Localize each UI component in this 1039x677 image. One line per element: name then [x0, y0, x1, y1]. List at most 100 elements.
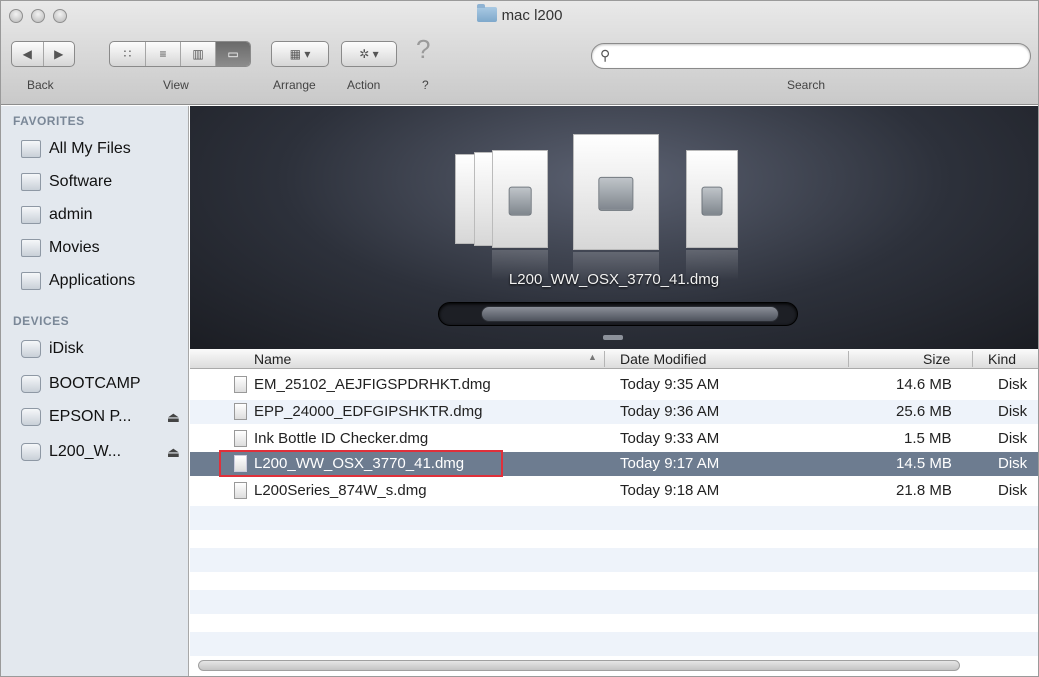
coverflow-view-button[interactable]: ▭	[216, 42, 250, 66]
dmg-file-icon	[234, 482, 247, 499]
question-mark-icon: ?	[416, 34, 431, 64]
file-name: EM_25102_AEJFIGSPDRHKT.dmg	[254, 376, 491, 393]
dmg-file-icon	[234, 376, 247, 393]
column-header-size[interactable]: Size	[923, 351, 950, 367]
disk-image-icon	[21, 443, 41, 461]
list-view-button[interactable]: ≡	[146, 42, 181, 66]
arrange-icon: ▦ ▾	[289, 47, 311, 61]
devices-heading: DEVICES	[13, 314, 70, 328]
forward-arrow-icon: ▶	[54, 47, 64, 61]
drive-icon	[21, 375, 41, 393]
sidebar-item-label: admin	[49, 206, 93, 223]
file-size: 25.6 MB	[896, 403, 952, 420]
sidebar-item-l200[interactable]: L200_W... ⏏	[21, 439, 186, 465]
coverflow-scrollbar[interactable]	[438, 302, 798, 326]
eject-icon[interactable]: ⏏	[167, 444, 180, 461]
file-preview-icon	[492, 150, 548, 248]
file-preview-icon	[686, 150, 738, 248]
disk-image-icon	[701, 186, 723, 216]
selected-file-preview-icon	[573, 134, 659, 250]
column-header-kind[interactable]: Kind	[988, 351, 1016, 367]
sidebar-item-label: Movies	[49, 239, 100, 256]
table-row-selected[interactable]: L200_WW_OSX_3770_41.dmg Today 9:17 AM 14…	[190, 450, 1038, 477]
disk-image-icon	[598, 177, 634, 212]
search-label: Search	[787, 78, 826, 92]
help-label: ?	[422, 78, 429, 92]
coverflow-scroll-thumb[interactable]	[481, 306, 779, 322]
list-view-icon: ≡	[159, 47, 167, 61]
dmg-file-icon	[234, 403, 247, 420]
column-header-date[interactable]: Date Modified	[620, 351, 706, 367]
sort-indicator-icon: ▲	[588, 352, 597, 362]
table-row[interactable]: L200Series_874W_s.dmg Today 9:18 AM 21.8…	[190, 479, 1038, 503]
back-arrow-icon: ◀	[22, 47, 32, 61]
file-kind: Disk	[998, 455, 1028, 472]
column-divider[interactable]	[972, 351, 973, 367]
sidebar-item-bootcamp[interactable]: BOOTCAMP	[21, 371, 186, 397]
help-button[interactable]: ?	[416, 34, 430, 65]
highlight-box	[219, 450, 503, 477]
folder-icon	[476, 4, 497, 22]
sidebar: FAVORITES All My Files Software admin Mo…	[1, 106, 189, 676]
column-divider[interactable]	[604, 351, 605, 367]
horizontal-scrollbar[interactable]	[198, 660, 960, 671]
file-kind: Disk	[998, 403, 1028, 420]
action-label: Action	[347, 78, 381, 92]
sidebar-item-idisk[interactable]: iDisk	[21, 336, 186, 362]
toolbar: mac l200 ◀ ▶ Back ∷ ≡ ▥ ▭ View ▦ ▾ Arran…	[1, 1, 1038, 105]
forward-button[interactable]: ▶	[44, 42, 75, 66]
file-kind: Disk	[998, 430, 1028, 447]
coverflow-panel[interactable]: L200_WW_OSX_3770_41.dmg	[190, 106, 1038, 349]
column-view-button[interactable]: ▥	[181, 42, 216, 66]
file-size: 14.5 MB	[896, 455, 952, 472]
icon-view-button[interactable]: ∷	[110, 42, 146, 66]
disk-image-icon	[21, 408, 41, 426]
folder-icon	[21, 173, 41, 191]
applications-icon	[21, 272, 41, 290]
sidebar-item-all-my-files[interactable]: All My Files	[21, 136, 186, 162]
file-date: Today 9:33 AM	[620, 430, 720, 447]
sidebar-item-movies[interactable]: Movies	[21, 235, 186, 261]
file-date: Today 9:18 AM	[620, 482, 720, 499]
search-icon: ⚲	[600, 47, 611, 63]
file-size: 14.6 MB	[896, 376, 952, 393]
column-header-name[interactable]: Name	[254, 351, 291, 367]
disk-image-icon	[508, 186, 532, 216]
empty-row	[190, 506, 1038, 530]
file-date: Today 9:35 AM	[620, 376, 720, 393]
eject-icon[interactable]: ⏏	[167, 409, 180, 426]
back-forward-control: ◀ ▶	[11, 41, 75, 67]
file-date: Today 9:36 AM	[620, 403, 720, 420]
action-button[interactable]: ✲ ▾	[341, 41, 397, 67]
arrange-label: Arrange	[273, 78, 316, 92]
window-title: mac l200	[1, 4, 1038, 24]
file-name: Ink Bottle ID Checker.dmg	[254, 430, 429, 447]
view-control: ∷ ≡ ▥ ▭	[109, 41, 251, 67]
arrange-button[interactable]: ▦ ▾	[271, 41, 329, 67]
empty-row	[190, 548, 1038, 572]
home-icon	[21, 206, 41, 224]
sidebar-item-epson[interactable]: EPSON P... ⏏	[21, 404, 186, 430]
finder-window: mac l200 ◀ ▶ Back ∷ ≡ ▥ ▭ View ▦ ▾ Arran…	[0, 0, 1039, 677]
movies-icon	[21, 239, 41, 257]
file-kind: Disk	[998, 482, 1028, 499]
back-button[interactable]: ◀	[12, 42, 44, 66]
empty-row	[190, 590, 1038, 614]
search-field[interactable]: ⚲	[591, 43, 1031, 69]
file-size: 21.8 MB	[896, 482, 952, 499]
list-header: Name ▲ Date Modified Size Kind	[190, 349, 1038, 369]
column-divider[interactable]	[848, 351, 849, 367]
table-row[interactable]: EPP_24000_EDFGIPSHKTR.dmg Today 9:36 AM …	[190, 400, 1038, 424]
table-row[interactable]: Ink Bottle ID Checker.dmg Today 9:33 AM …	[190, 427, 1038, 451]
sidebar-item-label: All My Files	[49, 140, 131, 157]
sidebar-item-applications[interactable]: Applications	[21, 268, 186, 294]
icon-view-icon: ∷	[123, 47, 132, 61]
sidebar-item-label: Applications	[49, 272, 136, 289]
file-name: L200Series_874W_s.dmg	[254, 482, 427, 499]
gear-icon: ✲ ▾	[359, 47, 379, 61]
favorites-heading: FAVORITES	[13, 114, 85, 128]
sidebar-item-admin[interactable]: admin	[21, 202, 186, 228]
resize-handle[interactable]	[603, 335, 623, 340]
sidebar-item-software[interactable]: Software	[21, 169, 186, 195]
table-row[interactable]: EM_25102_AEJFIGSPDRHKT.dmg Today 9:35 AM…	[190, 373, 1038, 397]
